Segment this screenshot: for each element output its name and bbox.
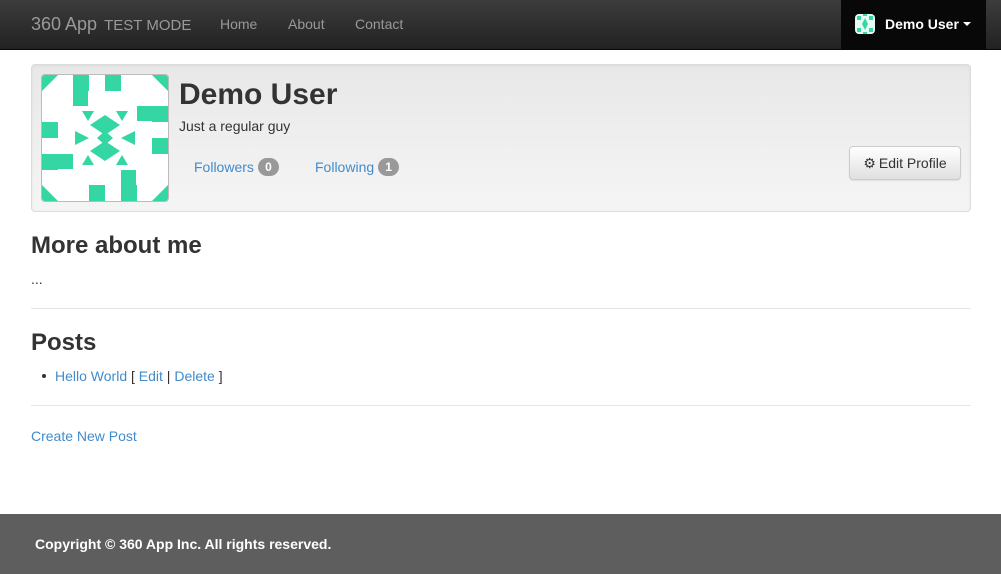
following-label: Following	[315, 159, 375, 175]
profile-avatar	[41, 74, 169, 202]
divider	[31, 405, 971, 406]
post-edit-link[interactable]: Edit	[139, 368, 163, 384]
identicon-shape	[42, 75, 58, 91]
identicon-shape	[121, 170, 136, 185]
followers-count-badge: 0	[257, 158, 279, 176]
followers-label: Followers	[194, 159, 254, 175]
post-delete-link[interactable]: Delete	[174, 368, 214, 384]
identicon-shape	[82, 111, 94, 121]
identicon-shape	[97, 131, 113, 145]
identicon-shape	[105, 115, 120, 135]
gear-icon: ⚙	[863, 155, 876, 171]
user-menu-name: Demo User	[885, 16, 959, 32]
identicon-shape	[89, 185, 105, 201]
user-menu-dropdown[interactable]: Demo User	[841, 0, 986, 50]
identicon-shape	[42, 154, 58, 170]
identicon-shape	[73, 75, 89, 91]
profile-name: Demo User	[179, 78, 338, 111]
identicon-shape	[137, 106, 152, 121]
edit-profile-label: Edit Profile	[878, 155, 947, 171]
identicon-shape	[105, 141, 120, 161]
identicon-shape	[105, 75, 121, 91]
about-text: ...	[31, 271, 43, 287]
bullet-icon	[42, 374, 46, 378]
caret-down-icon	[963, 22, 971, 26]
following-count-badge: 1	[378, 158, 400, 176]
divider	[31, 308, 971, 309]
edit-profile-button[interactable]: ⚙ Edit Profile	[849, 146, 961, 180]
identicon-shape	[73, 91, 88, 106]
nav-contact-link[interactable]: Contact	[355, 0, 403, 50]
post-title-link[interactable]: Hello World	[55, 368, 127, 384]
identicon-shape	[152, 106, 168, 122]
create-new-post-link[interactable]: Create New Post	[31, 428, 137, 444]
bracket-close: ]	[218, 368, 223, 384]
identicon-image	[42, 75, 168, 201]
nav-about-link[interactable]: About	[288, 0, 325, 50]
test-mode-label: TEST MODE	[104, 17, 192, 34]
profile-header: Demo User Just a regular guy Followers 0 …	[31, 64, 971, 212]
bracket-open: [	[131, 368, 135, 384]
identicon-shape	[82, 155, 94, 165]
identicon-shape	[75, 131, 89, 145]
separator: |	[166, 368, 171, 384]
identicon-shape	[116, 111, 128, 121]
identicon-shape	[152, 138, 168, 154]
nav-home-link[interactable]: Home	[220, 0, 257, 50]
about-heading: More about me	[31, 232, 202, 259]
profile-tagline: Just a regular guy	[179, 118, 291, 134]
following-link[interactable]: Following 1	[315, 157, 400, 177]
identicon-shape	[121, 185, 137, 201]
identicon-shape	[121, 131, 135, 145]
identicon-shape	[42, 185, 58, 201]
identicon-shape	[152, 185, 168, 201]
brand-name: 360 App	[31, 14, 98, 34]
identicon-shape	[116, 155, 128, 165]
identicon-shape	[42, 122, 58, 138]
footer: Copyright © 360 App Inc. All rights rese…	[0, 514, 1001, 574]
user-avatar-icon	[855, 14, 875, 34]
identicon-shape	[58, 154, 73, 169]
identicon-shape	[152, 75, 168, 91]
footer-copyright: Copyright © 360 App Inc. All rights rese…	[35, 536, 332, 552]
list-item: Hello World [ Edit | Delete ]	[42, 367, 223, 385]
top-navbar: 360 App TEST MODE Home About Contact Dem…	[0, 0, 1001, 50]
posts-heading: Posts	[31, 329, 97, 356]
identicon-shape	[90, 141, 105, 161]
brand-link[interactable]: 360 App TEST MODE	[31, 0, 191, 50]
identicon-shape	[90, 115, 105, 135]
followers-link[interactable]: Followers 0	[194, 157, 279, 177]
